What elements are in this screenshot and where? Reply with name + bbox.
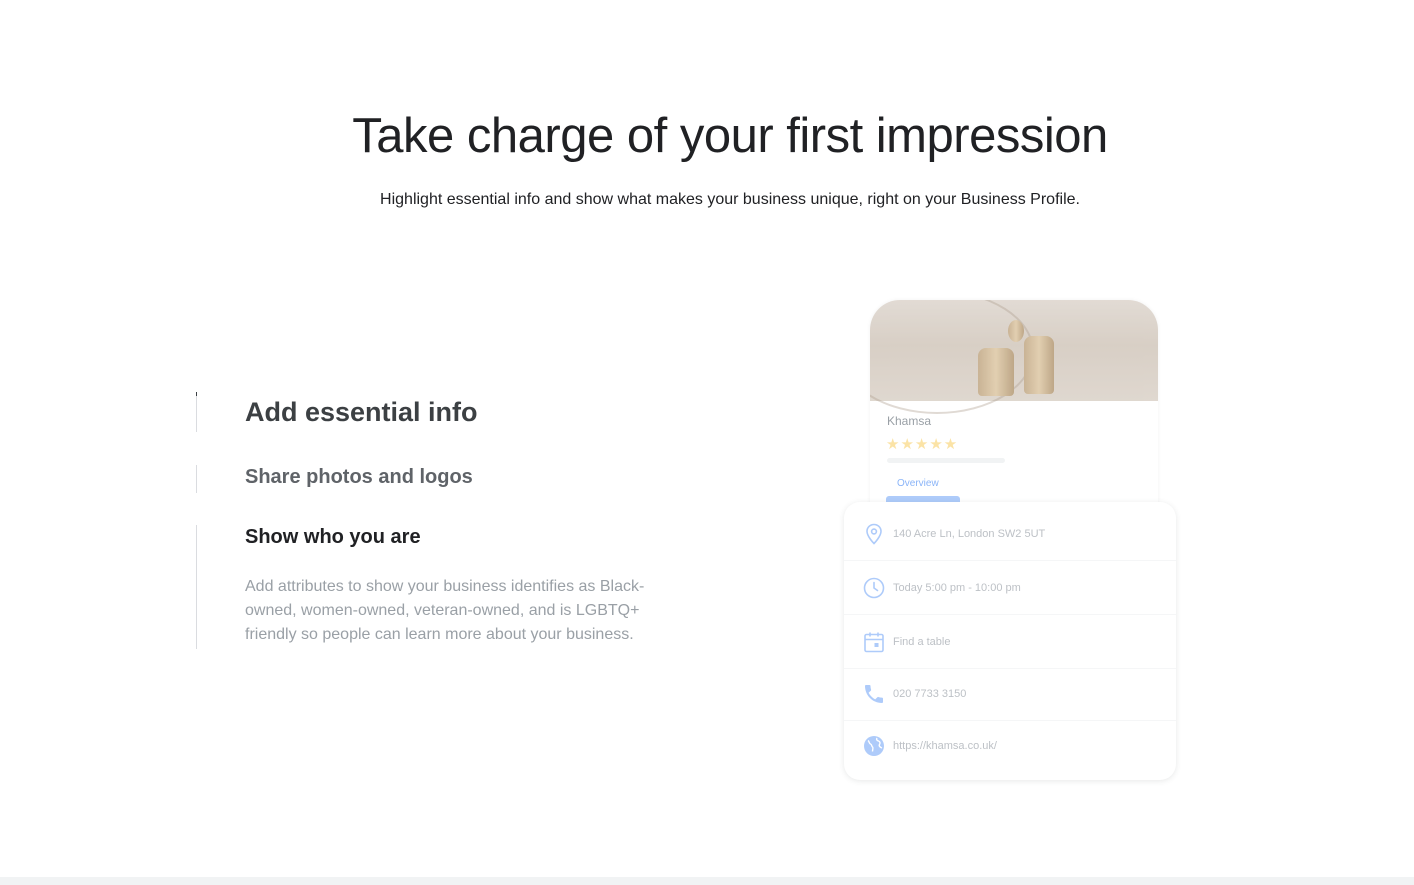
- feature-item-show-who-you-are[interactable]: Show who you are Add attributes to show …: [196, 525, 696, 649]
- hero-title: Take charge of your first impression: [352, 109, 1108, 163]
- feature-item-share-photos[interactable]: Share photos and logos: [196, 465, 696, 493]
- phone-text: 020 7733 3150: [893, 688, 967, 700]
- feature-description: Add attributes to show your business ide…: [245, 578, 645, 643]
- feature-title[interactable]: Add essential info: [245, 392, 696, 428]
- feature-item-add-essential-info[interactable]: Add essential info: [196, 392, 696, 432]
- feature-progress-indicator: [196, 392, 197, 396]
- business-name: Khamsa: [887, 414, 932, 428]
- feature-title[interactable]: Share photos and logos: [245, 465, 696, 489]
- reviews-placeholder-bar: [887, 458, 1005, 463]
- business-photo: [870, 300, 1158, 414]
- info-row-website[interactable]: https://khamsa.co.uk/: [844, 720, 1176, 772]
- phone-screen: Khamsa ★★★★★ Overview: [870, 300, 1158, 505]
- tab-overview[interactable]: Overview: [897, 478, 939, 489]
- feature-title[interactable]: Show who you are: [245, 525, 696, 549]
- footer-divider: [0, 877, 1414, 885]
- business-profile-mockup: Khamsa ★★★★★ Overview 140 Acre Ln, Londo…: [844, 300, 1178, 782]
- hours-text: Today 5:00 pm - 10:00 pm: [893, 582, 1021, 594]
- rating-stars: ★★★★★: [886, 436, 959, 453]
- address-text: 140 Acre Ln, London SW2 5UT: [893, 528, 1046, 540]
- info-row-phone[interactable]: 020 7733 3150: [844, 668, 1176, 721]
- business-info-card: 140 Acre Ln, London SW2 5UT Today 5:00 p…: [844, 502, 1176, 780]
- find-table-text: Find a table: [893, 636, 951, 648]
- globe-icon: [864, 736, 884, 756]
- info-row-hours[interactable]: Today 5:00 pm - 10:00 pm: [844, 562, 1176, 615]
- phone-icon: [865, 685, 883, 703]
- clock-icon: [863, 577, 885, 599]
- calendar-icon: [864, 632, 884, 653]
- info-row-address[interactable]: 140 Acre Ln, London SW2 5UT: [844, 508, 1176, 561]
- info-row-reservation[interactable]: Find a table: [844, 616, 1176, 669]
- website-text: https://khamsa.co.uk/: [893, 740, 997, 752]
- hero-subtitle: Highlight essential info and show what m…: [380, 191, 1080, 208]
- location-pin-icon: [866, 523, 882, 545]
- feature-list: Add essential info Share photos and logo…: [196, 392, 696, 649]
